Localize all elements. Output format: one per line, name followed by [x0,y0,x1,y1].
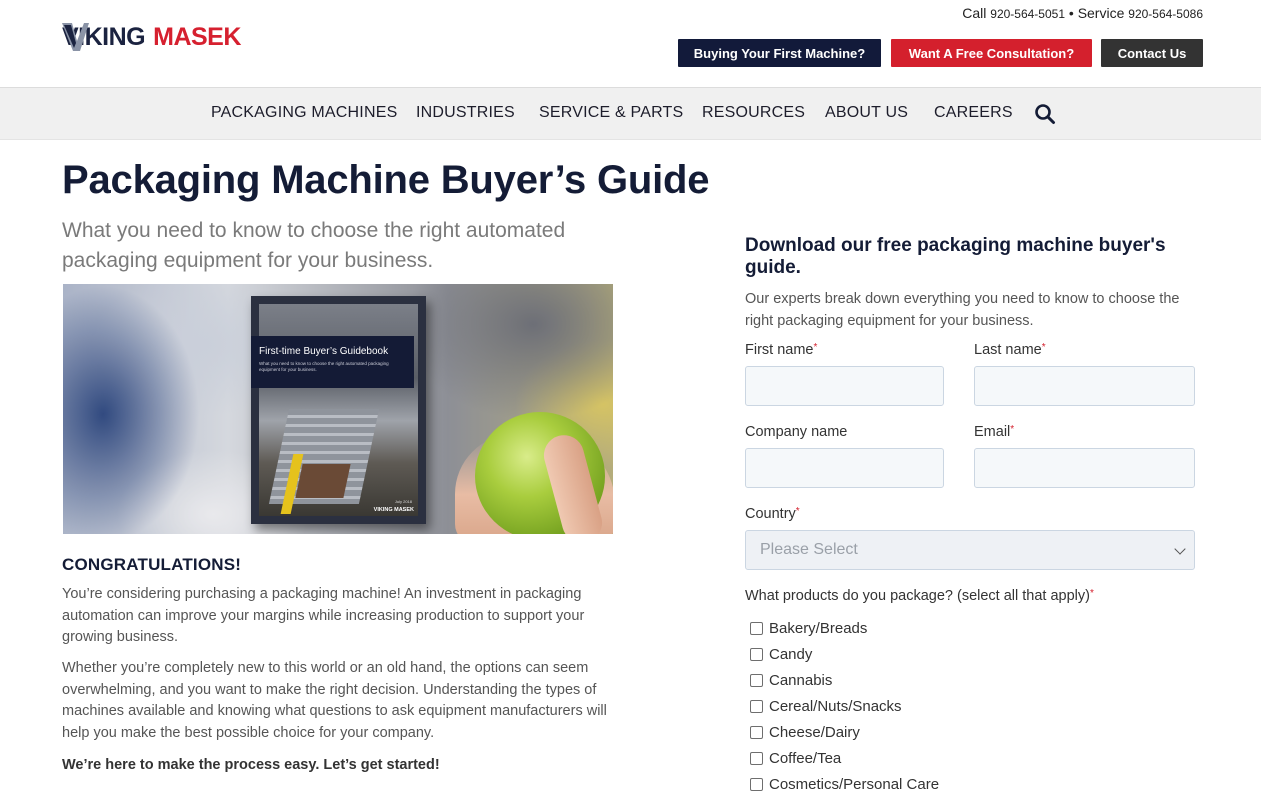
guidebook-subtitle: What you need to know to choose the righ… [259,361,389,372]
product-option-cannabis[interactable]: Cannabis [750,670,832,690]
required-mark: * [1089,588,1094,599]
product-illustration [295,464,351,498]
guidebook-title-band: First-time Buyer’s Guidebook What you ne… [251,336,414,388]
intro-paragraph-1: You’re considering purchasing a packagin… [62,586,585,645]
required-mark: * [1041,342,1046,353]
country-select[interactable]: Please Select [745,530,1195,570]
checkbox[interactable] [750,777,763,791]
last-name-label: Last name* [974,342,1046,358]
last-name-field[interactable] [974,366,1195,406]
nav-item-service-parts[interactable]: SERVICE & PARTS [539,88,683,140]
checkbox[interactable] [750,621,763,635]
free-consultation-button[interactable]: Want A Free Consultation? [891,39,1092,67]
nav-item-industries[interactable]: INDUSTRIES [416,88,515,140]
product-option-label: Cheese/Dairy [769,723,860,741]
buying-first-machine-button[interactable]: Buying Your First Machine? [678,39,881,67]
form-description: Our experts break down everything you ne… [745,291,1180,329]
guidebook-title: First-time Buyer’s Guidebook [259,346,389,357]
first-name-label: First name* [745,342,817,358]
guidebook-cover: First-time Buyer’s Guidebook What you ne… [251,296,426,524]
first-name-label-text: First name [745,342,814,358]
guidebook-date: July 2018 [394,499,412,504]
product-option-label: Coffee/Tea [769,749,842,767]
product-option-label: Cereal/Nuts/Snacks [769,697,902,715]
contact-us-button[interactable]: Contact Us [1101,39,1203,67]
checkbox[interactable] [750,699,763,713]
product-option-cereal[interactable]: Cereal/Nuts/Snacks [750,696,902,716]
nav-item-resources[interactable]: RESOURCES [702,88,805,140]
phone-numbers: Call 920-564-5051 • Service 920-564-5086 [962,5,1203,21]
form-title: Download our free packaging machine buye… [745,235,1166,278]
product-option-coffee[interactable]: Coffee/Tea [750,748,841,768]
company-name-field[interactable] [745,448,944,488]
company-name-label: Company name [745,424,847,440]
search-icon[interactable] [1034,103,1056,125]
call-label: Call [962,5,987,21]
hero-image: First-time Buyer’s Guidebook What you ne… [63,284,613,534]
email-field[interactable] [974,448,1195,488]
country-label-text: Country [745,506,796,522]
call-number-link[interactable]: 920-564-5051 [990,7,1065,21]
guidebook-logo: VIKING MASEK [373,507,414,513]
checkbox[interactable] [750,647,763,661]
required-mark: * [795,506,800,517]
logo-swoosh-icon [62,23,89,51]
chevron-down-icon [1174,543,1186,555]
page-title: Packaging Machine Buyer’s Guide [62,158,710,202]
checkbox[interactable] [750,673,763,687]
logo-text-masek: MASEK [153,23,241,51]
nav-item-careers[interactable]: CAREERS [934,88,1013,140]
service-number-link[interactable]: 920-564-5086 [1128,7,1203,21]
congrats-heading: CONGRATULATIONS! [62,555,242,574]
products-label-text: What products do you package? (select al… [745,588,1090,604]
service-label: Service [1077,5,1125,21]
email-label: Email* [974,424,1014,440]
product-option-label: Cannabis [769,671,833,689]
product-option-label: Candy [769,645,813,663]
required-mark: * [813,342,818,353]
country-label: Country* [745,506,800,522]
country-select-value: Please Select [760,541,858,558]
nav-item-about-us[interactable]: ABOUT US [825,88,908,140]
last-name-label-text: Last name [974,342,1042,358]
product-option-bakery[interactable]: Bakery/Breads [750,618,867,638]
nav-item-packaging-machines[interactable]: PACKAGING MACHINES [211,88,397,140]
product-option-candy[interactable]: Candy [750,644,812,664]
checkbox[interactable] [750,751,763,765]
site-logo[interactable]: VIKING MASEK [62,20,241,54]
product-option-label: Bakery/Breads [769,619,868,637]
intro-paragraph-2: Whether you’re completely new to this wo… [62,660,607,741]
product-option-cosmetics[interactable]: Cosmetics/Personal Care [750,774,939,794]
product-option-label: Cosmetics/Personal Care [769,775,940,793]
first-name-field[interactable] [745,366,944,406]
checkbox[interactable] [750,725,763,739]
product-option-cheese[interactable]: Cheese/Dairy [750,722,860,742]
company-name-label-text: Company name [745,424,848,440]
email-label-text: Email [974,424,1011,440]
page-subtitle: What you need to know to choose the righ… [62,219,566,272]
main-nav: PACKAGING MACHINES INDUSTRIES SERVICE & … [0,88,1261,140]
products-label: What products do you package? (select al… [745,588,1094,604]
intro-paragraph-3: We’re here to make the process easy. Let… [62,757,440,773]
phone-separator: • [1068,5,1074,21]
site-header: VIKING MASEK Call 920-564-5051 • Service… [0,0,1261,88]
required-mark: * [1010,424,1015,435]
